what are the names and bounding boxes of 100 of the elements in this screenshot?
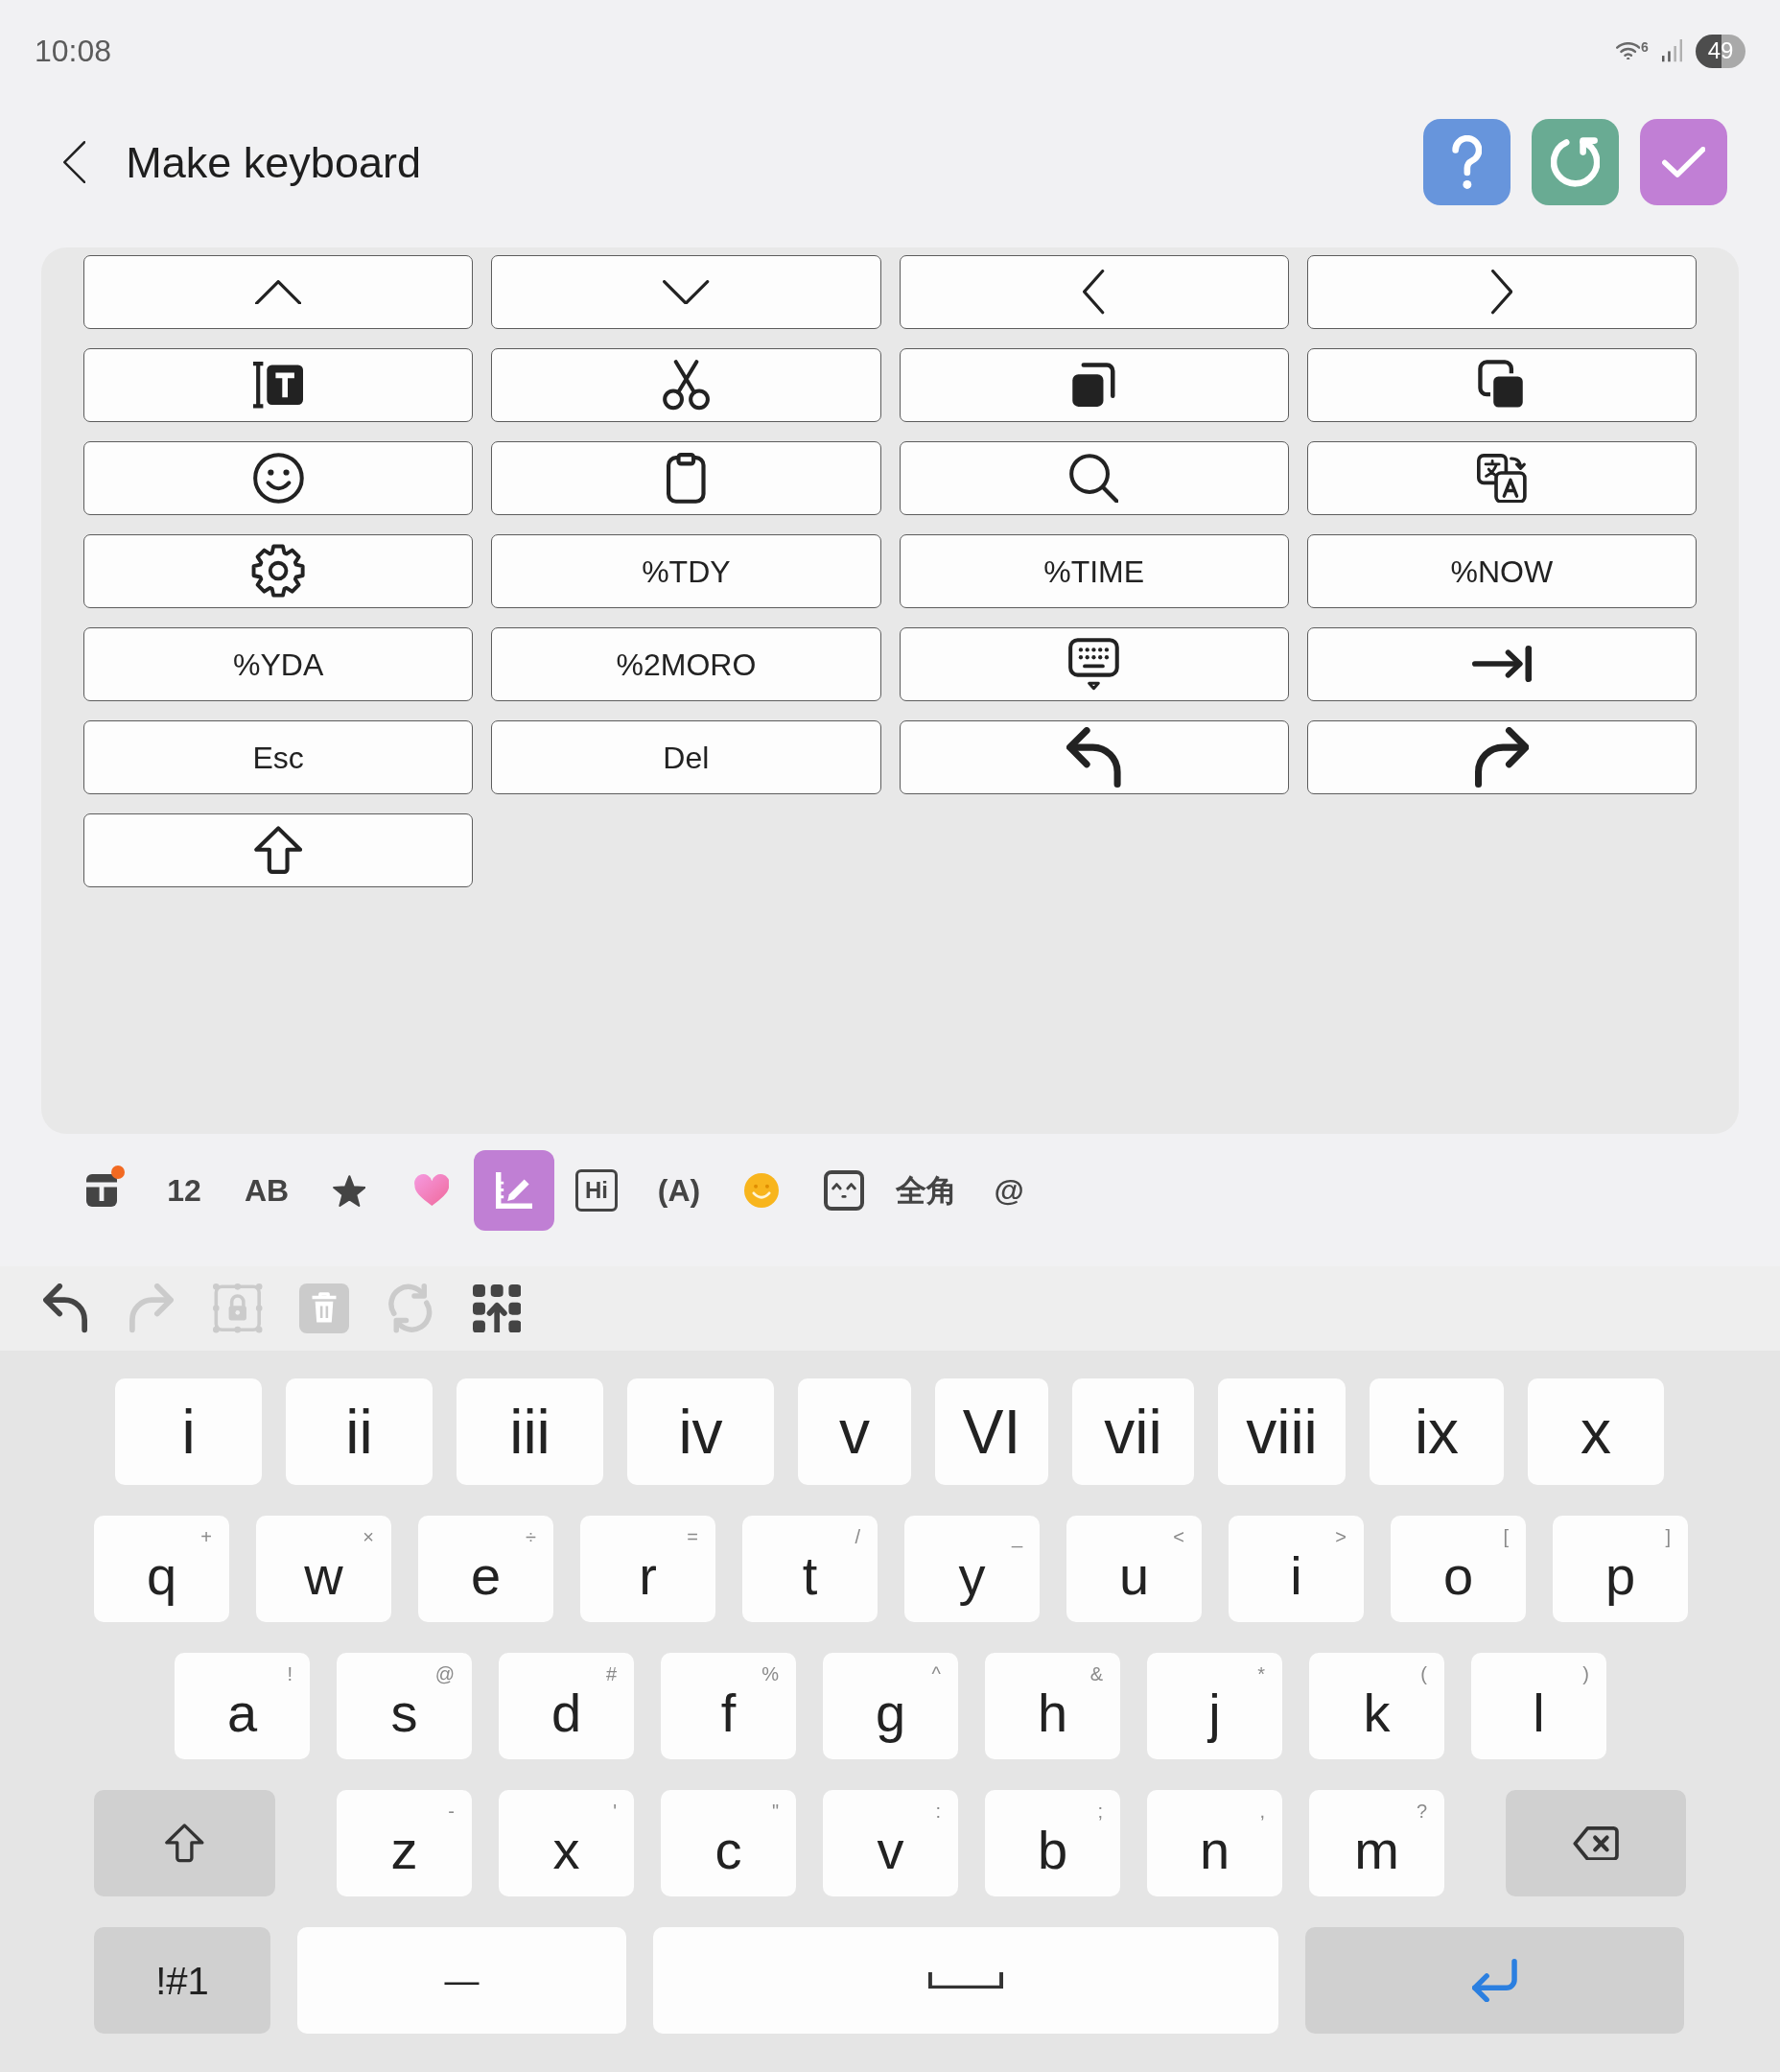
keyboard-key[interactable]: n , [1147, 1790, 1282, 1896]
smiley-icon [252, 453, 304, 504]
toolbar-tab[interactable]: (A) [657, 1175, 701, 1206]
undo-icon[interactable] [43, 1283, 87, 1333]
keyboard-key[interactable]: o [ [1391, 1516, 1526, 1622]
reset-button[interactable] [1532, 119, 1619, 205]
help-button[interactable] [1423, 119, 1511, 205]
keyboard-key[interactable]: m ? [1309, 1790, 1444, 1896]
chevron-up-icon [254, 279, 302, 305]
keyboard-key[interactable] [83, 255, 474, 329]
keyboard-key[interactable] [899, 627, 1289, 701]
keyboard-key[interactable] [491, 348, 881, 422]
wifi-icon [1615, 41, 1641, 60]
key-hint: * [1257, 1664, 1265, 1684]
keyboard-key[interactable] [491, 441, 881, 515]
keyboard-key[interactable]: l ) [1471, 1653, 1606, 1759]
back-icon[interactable] [63, 140, 86, 184]
redo-icon [1474, 727, 1530, 788]
keyboard-key[interactable] [1306, 720, 1697, 794]
keyboard-key[interactable]: i > [1229, 1516, 1364, 1622]
keyboard-key[interactable]: d # [499, 1653, 634, 1759]
keyboard-key[interactable]: a ! [175, 1653, 310, 1759]
keyboard-key[interactable]: f % [661, 1653, 796, 1759]
keyboard-key[interactable]: %TIME [899, 534, 1289, 608]
keyboard-key[interactable]: x [1528, 1378, 1664, 1485]
keyboard-key[interactable]: vii [1072, 1378, 1194, 1485]
keyboard-key[interactable]: v [798, 1378, 911, 1485]
toolbar-tab[interactable]: @ [994, 1175, 1024, 1206]
keyboard-key[interactable]: ix [1370, 1378, 1504, 1485]
toolbar-tab[interactable] [474, 1150, 554, 1231]
keyboard-key[interactable]: q + [94, 1516, 229, 1622]
keyboard-key[interactable]: u < [1066, 1516, 1202, 1622]
toolbar-tab[interactable]: Hi [575, 1169, 618, 1212]
key-hint: @ [434, 1664, 455, 1684]
gift-box-icon[interactable] [86, 1174, 117, 1207]
key-hint: % [761, 1664, 779, 1684]
keyboard-key[interactable]: iii [457, 1378, 603, 1485]
keyboard-key[interactable]: h & [985, 1653, 1120, 1759]
keyboard-key[interactable]: %2MORO [491, 627, 881, 701]
emoticon-icon[interactable] [824, 1170, 864, 1211]
keyboard-key[interactable]: k ( [1309, 1653, 1444, 1759]
keyboard-key[interactable]: v : [823, 1790, 958, 1896]
signal-icon [1661, 39, 1682, 62]
keyboard-key[interactable]: ii [286, 1378, 433, 1485]
keyboard-key[interactable] [83, 441, 474, 515]
keyboard-key[interactable]: r = [580, 1516, 715, 1622]
keyboard-key[interactable] [83, 348, 474, 422]
paste-icon [1477, 360, 1526, 411]
keyboard-key[interactable] [899, 441, 1289, 515]
keyboard-key[interactable]: iv [627, 1378, 774, 1485]
keyboard-key[interactable]: — [297, 1927, 626, 2034]
done-button[interactable] [1640, 119, 1727, 205]
settings-icon [251, 544, 306, 599]
keyboard-key[interactable]: %YDA [83, 627, 474, 701]
keyboard-key[interactable] [899, 255, 1289, 329]
copy-icon [1072, 363, 1115, 408]
keyboard-key[interactable]: j * [1147, 1653, 1282, 1759]
keyboard-key[interactable] [1306, 348, 1697, 422]
chevron-right-icon [1490, 270, 1512, 315]
keyboard-key[interactable] [899, 348, 1289, 422]
keyboard-key[interactable]: g ^ [823, 1653, 958, 1759]
keyboard-key[interactable]: x ' [499, 1790, 634, 1896]
key-hint: ! [287, 1664, 293, 1684]
keyboard-key[interactable]: Del [491, 720, 881, 794]
keyboard-key[interactable] [83, 813, 474, 887]
keyboard-key[interactable]: VI [935, 1378, 1048, 1485]
toolbar-tab[interactable]: AB [244, 1175, 290, 1206]
keyboard-key[interactable] [1306, 255, 1697, 329]
key-hint: ; [1097, 1801, 1103, 1821]
symbols-key[interactable]: !#1 [94, 1927, 270, 2034]
keyboard-key[interactable]: z - [337, 1790, 472, 1896]
undo-icon [1066, 727, 1121, 788]
keyboard-key[interactable]: p ] [1553, 1516, 1688, 1622]
keyboard-key[interactable] [1306, 441, 1697, 515]
star-icon[interactable] [332, 1174, 366, 1207]
toolbar-tab[interactable]: 全角 [896, 1175, 957, 1206]
page-title: Make keyboard [126, 140, 421, 184]
chevron-down-icon [663, 279, 710, 305]
keyboard-key[interactable]: %NOW [1306, 534, 1697, 608]
keyboard-key[interactable]: %TDY [491, 534, 881, 608]
layout-grid-icon[interactable] [472, 1283, 522, 1333]
keyboard-key[interactable] [83, 534, 474, 608]
keyboard-key[interactable]: i [115, 1378, 262, 1485]
keyboard-key[interactable]: s @ [337, 1653, 472, 1759]
backspace-key[interactable] [1506, 1790, 1686, 1896]
keyboard-key[interactable]: viii [1218, 1378, 1346, 1485]
keyboard-key[interactable]: b ; [985, 1790, 1120, 1896]
keyboard-key[interactable]: t / [742, 1516, 878, 1622]
key-hint: ^ [931, 1664, 941, 1684]
keyboard-key[interactable]: y _ [904, 1516, 1040, 1622]
keyboard-icon [1068, 638, 1120, 691]
toolbar-tab[interactable]: 12 [167, 1175, 201, 1206]
key-hint: = [687, 1527, 698, 1546]
keyboard-key[interactable]: c " [661, 1790, 796, 1896]
keyboard-key[interactable]: Esc [83, 720, 474, 794]
keyboard-key[interactable] [1306, 627, 1697, 701]
keyboard-key[interactable] [491, 255, 881, 329]
keyboard-key[interactable] [899, 720, 1289, 794]
keyboard-key[interactable]: e ÷ [418, 1516, 553, 1622]
keyboard-key[interactable]: w × [256, 1516, 391, 1622]
